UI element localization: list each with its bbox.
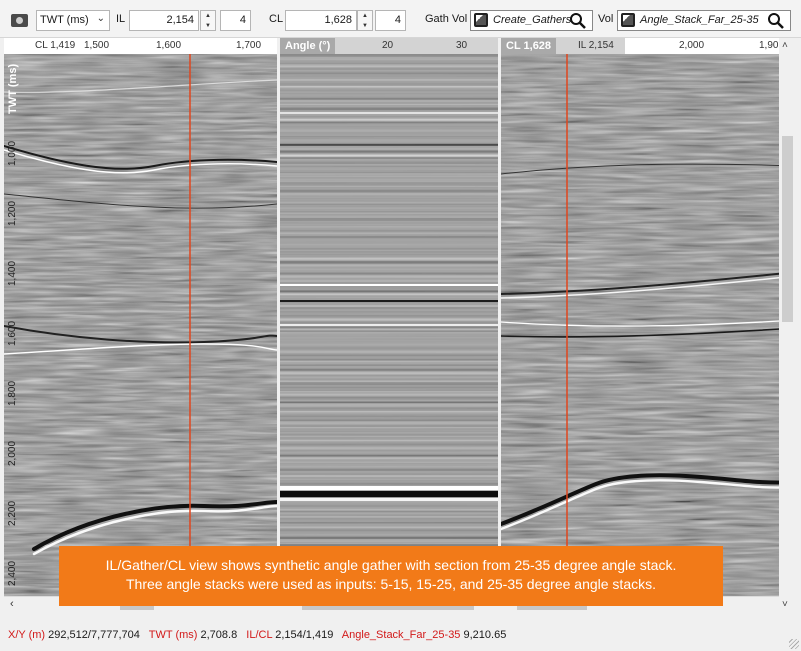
- axis-tick: 1,700: [236, 40, 262, 51]
- vol-label: Vol: [598, 13, 614, 25]
- seismic-section-cl[interactable]: [501, 54, 796, 596]
- axis-tick: 1,500: [84, 40, 110, 51]
- crossline-axis: CL 1,628 IL 2,154 2,000 1,90: [501, 38, 796, 54]
- angle-gather-panel[interactable]: Angle (°) 20 30 ‹ ›: [280, 38, 498, 612]
- twt-tick: 2,000: [7, 440, 18, 466]
- angle-axis: Angle (°) 20 30: [280, 38, 498, 54]
- gath-vol-value: Create_Gathers: [493, 14, 572, 26]
- twt-tick: 1,000: [7, 140, 18, 166]
- cl-label: CL: [269, 13, 284, 25]
- callout-line-2: Three angle stacks were used as inputs: …: [126, 576, 656, 592]
- xy-value: 292,512/7,777,704: [48, 629, 140, 641]
- vertical-scrollbar[interactable]: ˄ ˅: [779, 38, 796, 612]
- xy-label: X/Y (m): [8, 629, 46, 641]
- callout-line-1: IL/Gather/CL view shows synthetic angle …: [105, 557, 677, 573]
- chevron-down-icon: ⌄: [96, 13, 105, 24]
- il-step-input[interactable]: 4: [220, 10, 251, 31]
- il-label: IL: [116, 13, 126, 25]
- volume-label: Angle_Stack_Far_25-35: [341, 629, 461, 641]
- annotation-callout: IL/Gather/CL view shows synthetic angle …: [59, 546, 723, 606]
- cl-tag: CL 1,628: [501, 38, 557, 54]
- cl-spinner[interactable]: ▲ ▼: [357, 10, 373, 31]
- magnifier-icon[interactable]: [569, 12, 587, 30]
- cl-step-input[interactable]: 4: [375, 10, 406, 31]
- cl-input[interactable]: 1,628: [285, 10, 357, 31]
- scroll-thumb[interactable]: [782, 136, 793, 322]
- twt-tick: 1,200: [7, 200, 18, 226]
- resize-grip[interactable]: [789, 639, 799, 649]
- toolbar: TWT (ms) ⌄ IL 2,154 ▲ ▼ 4 CL 1,628 ▲ ▼ 4 G…: [0, 0, 801, 38]
- twt-value: 2,708.8: [200, 629, 238, 641]
- ilcl-value: 2,154/1,419: [275, 629, 334, 641]
- cube-icon: [474, 13, 488, 27]
- twt-axis-title: TWT (ms): [7, 63, 19, 114]
- il-spinner[interactable]: ▲ ▼: [200, 10, 216, 31]
- volume-value: 9,210.65: [463, 629, 507, 641]
- angle-tag: Angle (°): [280, 38, 336, 54]
- twt-tick: 2,400: [7, 560, 18, 586]
- il-tag: IL 2,154: [578, 40, 614, 51]
- axis-tick: 1,90: [759, 40, 779, 51]
- inline-axis: CL 1,419 1,500 1,600 1,700: [4, 38, 277, 54]
- cube-icon: [621, 13, 635, 27]
- twt-tick: 1,600: [7, 320, 18, 346]
- axis-tick: 20: [382, 40, 394, 51]
- vol-select[interactable]: Angle_Stack_Far_25-35: [617, 10, 791, 31]
- vol-value: Angle_Stack_Far_25-35: [640, 14, 759, 26]
- chevron-up-icon[interactable]: ˄: [782, 40, 788, 51]
- chevron-down-icon[interactable]: ˅: [782, 599, 788, 610]
- cl-tag: CL 1,419: [35, 40, 76, 51]
- axis-tick: 1,600: [156, 40, 182, 51]
- status-bar: X/Y (m) 292,512/7,777,704 TWT (ms) 2,708…: [0, 625, 801, 651]
- camera-icon[interactable]: [11, 14, 28, 27]
- axis-tick: 30: [456, 40, 468, 51]
- ilcl-label: IL/CL: [246, 629, 273, 641]
- il-input[interactable]: 2,154: [129, 10, 199, 31]
- crossline-section-panel[interactable]: CL 1,628 IL 2,154 2,000 1,90: [501, 38, 796, 612]
- twt-label: TWT (ms): [148, 629, 198, 641]
- twt-axis: TWT (ms) 1,000 1,200 1,400 1,600 1,800 2…: [4, 54, 26, 612]
- domain-select[interactable]: TWT (ms) ⌄: [36, 10, 110, 31]
- gath-vol-label: Gath Vol: [425, 13, 468, 25]
- twt-tick: 2,200: [7, 500, 18, 526]
- inline-section-panel[interactable]: CL 1,419 1,500 1,600 1,700 ‹: [4, 38, 277, 612]
- magnifier-icon[interactable]: [767, 12, 785, 30]
- twt-tick: 1,800: [7, 380, 18, 406]
- twt-tick: 1,400: [7, 260, 18, 286]
- seismic-section-il[interactable]: [4, 54, 277, 596]
- synthetic-angle-gather[interactable]: [280, 54, 498, 596]
- axis-tick: 2,000: [679, 40, 705, 51]
- gath-vol-select[interactable]: Create_Gathers: [470, 10, 593, 31]
- domain-select-value: TWT (ms): [40, 14, 89, 26]
